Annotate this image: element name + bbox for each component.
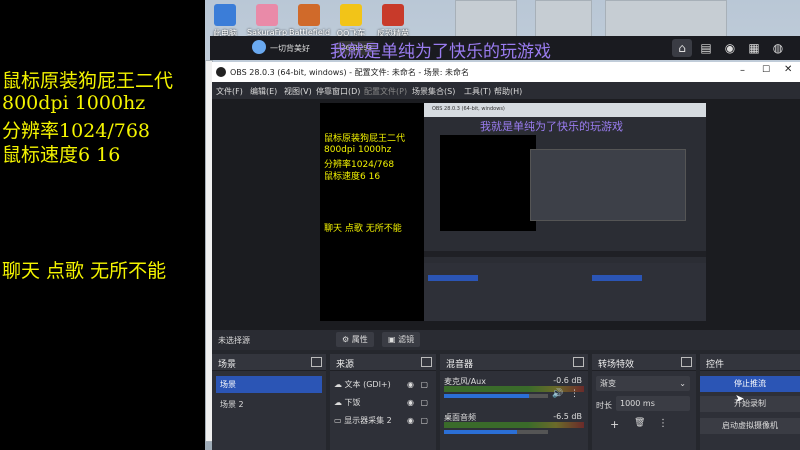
computer-icon xyxy=(214,4,236,26)
no-source-label: 未选择源 xyxy=(218,336,250,345)
desktop-icon-qq-speed[interactable]: QQ飞车 xyxy=(331,4,371,39)
transition-select[interactable]: 渐变 ⌄ xyxy=(596,376,690,391)
desktop-level-meter xyxy=(444,422,584,428)
sakura-app-icon xyxy=(256,4,278,26)
lock-icon[interactable]: ▢ xyxy=(420,376,428,393)
menu-docks[interactable]: 停靠窗口(D) xyxy=(316,86,360,97)
duration-spinbox[interactable]: 1000 ms xyxy=(616,396,690,411)
text-source-icon: ☁ xyxy=(334,380,342,389)
mixer-title: 混音器 xyxy=(446,360,474,370)
duration-label: 时长 xyxy=(596,401,612,410)
close-icon[interactable]: ✕ xyxy=(784,64,792,75)
menu-view[interactable]: 视图(V) xyxy=(284,86,312,97)
desktop-track-db: -6.5 dB xyxy=(553,412,582,421)
grid-icon[interactable]: ▦ xyxy=(744,39,764,57)
obs-window: OBS 28.0.3 (64-bit, windows) - 配置文件: 未命名… xyxy=(212,62,800,450)
game-app-icon xyxy=(298,4,320,26)
stream-banner: 我就是单纯为了快乐的玩游戏 xyxy=(330,42,551,62)
audio-mixer-dock: 混音器 麦克风/Aux -0.6 dB 🔊 ⋮ 桌面音频 -6.5 dB xyxy=(440,354,588,450)
sources-title: 来源 xyxy=(336,360,355,370)
overlay-line-speed: 鼠标速度6 16 xyxy=(2,144,121,166)
scenes-title: 场景 xyxy=(218,360,237,370)
add-icon[interactable]: + xyxy=(610,418,619,431)
scene-item[interactable]: 场景 2 xyxy=(216,396,322,413)
properties-button[interactable]: ⚙ 属性 xyxy=(336,332,374,347)
obs-menu-bar: 文件(F) 编辑(E) 视图(V) 停靠窗口(D) 配置文件(P) 场景集合(S… xyxy=(212,82,800,99)
scene-item[interactable]: 场景 xyxy=(216,376,322,393)
gamepad-alt-icon[interactable]: ◍ xyxy=(768,39,788,57)
nested-overlay-line-1: 800dpi 1000hz xyxy=(324,145,392,155)
controls-title: 控件 xyxy=(706,360,725,370)
transitions-dock: 转场特效 渐变 ⌄ 时长 1000 ms + 🗑 ⋮ xyxy=(592,354,696,450)
mic-track-db: -0.6 dB xyxy=(553,376,582,385)
desktop-icon-battlefield[interactable]: Battlefield xyxy=(289,4,330,37)
more-options-icon[interactable]: ⋮ xyxy=(658,418,668,429)
speaker-icon[interactable]: 🔊 xyxy=(552,389,563,399)
list-icon[interactable]: ▤ xyxy=(696,39,716,57)
nested-overlay-chat: 聊天 点歌 无所不能 xyxy=(324,224,402,234)
mouse-cursor-icon: ➤ xyxy=(735,392,745,405)
desktop-icon-counter-strike[interactable]: 反恐精英 xyxy=(373,4,413,39)
filter-icon: ▣ xyxy=(388,335,396,344)
menu-tools[interactable]: 工具(T) xyxy=(464,86,491,97)
overlay-line-chat: 聊天 点歌 无所不能 xyxy=(2,260,167,282)
desktop-icon-this-pc[interactable]: 此电脑 xyxy=(205,4,245,39)
source-item[interactable]: ☁ 文本 (GDI+) ◉ ▢ xyxy=(334,376,432,393)
filters-button[interactable]: ▣ 滤镜 xyxy=(382,332,421,347)
more-options-icon[interactable]: ⋮ xyxy=(570,389,579,399)
menu-help[interactable]: 帮助(H) xyxy=(494,86,522,97)
trash-icon[interactable]: 🗑 xyxy=(634,418,645,428)
visibility-eye-icon[interactable]: ◉ xyxy=(407,412,414,429)
undock-icon[interactable] xyxy=(573,357,584,367)
avatar[interactable] xyxy=(252,40,266,54)
overlay-line-mouse: 鼠标原装狗屁王二代 xyxy=(2,70,174,92)
menu-edit[interactable]: 编辑(E) xyxy=(250,86,277,97)
transitions-title: 转场特效 xyxy=(598,360,635,370)
visibility-eye-icon[interactable]: ◉ xyxy=(407,376,414,393)
source-item[interactable]: ☁ 下饭 ◉ ▢ xyxy=(334,394,432,411)
monitor-icon: ▭ xyxy=(334,416,342,425)
obs-window-title: OBS 28.0.3 (64-bit, windows) - 配置文件: 未命名… xyxy=(230,68,470,77)
nested-banner: 我就是单纯为了快乐的玩游戏 xyxy=(480,120,623,133)
lock-icon[interactable]: ▢ xyxy=(420,412,428,429)
gamepad-icon[interactable]: ◉ xyxy=(720,39,740,57)
gear-icon: ⚙ xyxy=(342,335,350,344)
desktop-volume-slider[interactable] xyxy=(444,430,548,434)
minimize-icon[interactable]: – xyxy=(740,65,745,76)
stream-title: 一切背美好 xyxy=(270,44,310,53)
undock-icon[interactable] xyxy=(681,357,692,367)
menu-scene-collection[interactable]: 场景集合(S) xyxy=(412,86,455,97)
lock-icon[interactable]: ▢ xyxy=(420,394,428,411)
scenes-dock: 场景 场景 场景 2 xyxy=(212,354,326,450)
controls-dock: 控件 停止推流 开始录制 启动虚拟摄像机 xyxy=(700,354,800,450)
obs-title-bar: OBS 28.0.3 (64-bit, windows) - 配置文件: 未命名… xyxy=(212,62,800,82)
chevron-down-icon: ⌄ xyxy=(679,379,686,388)
nested-overlay-line-0: 鼠标原装狗屁王二代 xyxy=(324,134,406,144)
obs-preview-area[interactable]: OBS 28.0.3 (64-bit, windows) 我就是单纯为了快乐的玩… xyxy=(212,99,800,330)
source-toolbar: 未选择源 ⚙ 属性 ▣ 滤镜 xyxy=(212,330,800,350)
desktop-icon-sakurafrp[interactable]: SakuraFrp xyxy=(247,4,287,37)
maximize-icon[interactable]: ☐ xyxy=(762,65,770,75)
obs-logo-icon xyxy=(216,67,226,77)
overlay-line-dpi: 800dpi 1000hz xyxy=(2,92,146,114)
home-icon[interactable]: ⌂ xyxy=(672,39,692,57)
stream-overlay-panel: 鼠标原装狗屁王二代 800dpi 1000hz 分辨率1024/768 鼠标速度… xyxy=(0,0,205,450)
menu-file[interactable]: 文件(F) xyxy=(216,86,243,97)
source-item[interactable]: ▭ 显示器采集 2 ◉ ▢ xyxy=(334,412,432,429)
start-virtual-camera-button[interactable]: 启动虚拟摄像机 xyxy=(700,418,800,434)
nested-overlay-line-3: 鼠标速度6 16 xyxy=(324,172,381,182)
media-source-icon: ☁ xyxy=(334,398,342,407)
undock-icon[interactable] xyxy=(311,357,322,367)
preview-canvas: OBS 28.0.3 (64-bit, windows) 我就是单纯为了快乐的玩… xyxy=(320,103,706,321)
menu-profile[interactable]: 配置文件(P) xyxy=(364,86,407,97)
overlay-line-resolution: 分辨率1024/768 xyxy=(2,120,151,142)
game-app-icon xyxy=(382,4,404,26)
stop-streaming-button[interactable]: 停止推流 xyxy=(700,376,800,392)
visibility-eye-icon[interactable]: ◉ xyxy=(407,394,414,411)
game-app-icon xyxy=(340,4,362,26)
sources-dock: 来源 ☁ 文本 (GDI+) ◉ ▢ ☁ 下饭 ◉ ▢ ▭ 显示器采集 2 ◉ … xyxy=(330,354,436,450)
undock-icon[interactable] xyxy=(421,357,432,367)
mic-volume-slider[interactable] xyxy=(444,394,548,398)
start-recording-button[interactable]: 开始录制 xyxy=(700,396,800,412)
